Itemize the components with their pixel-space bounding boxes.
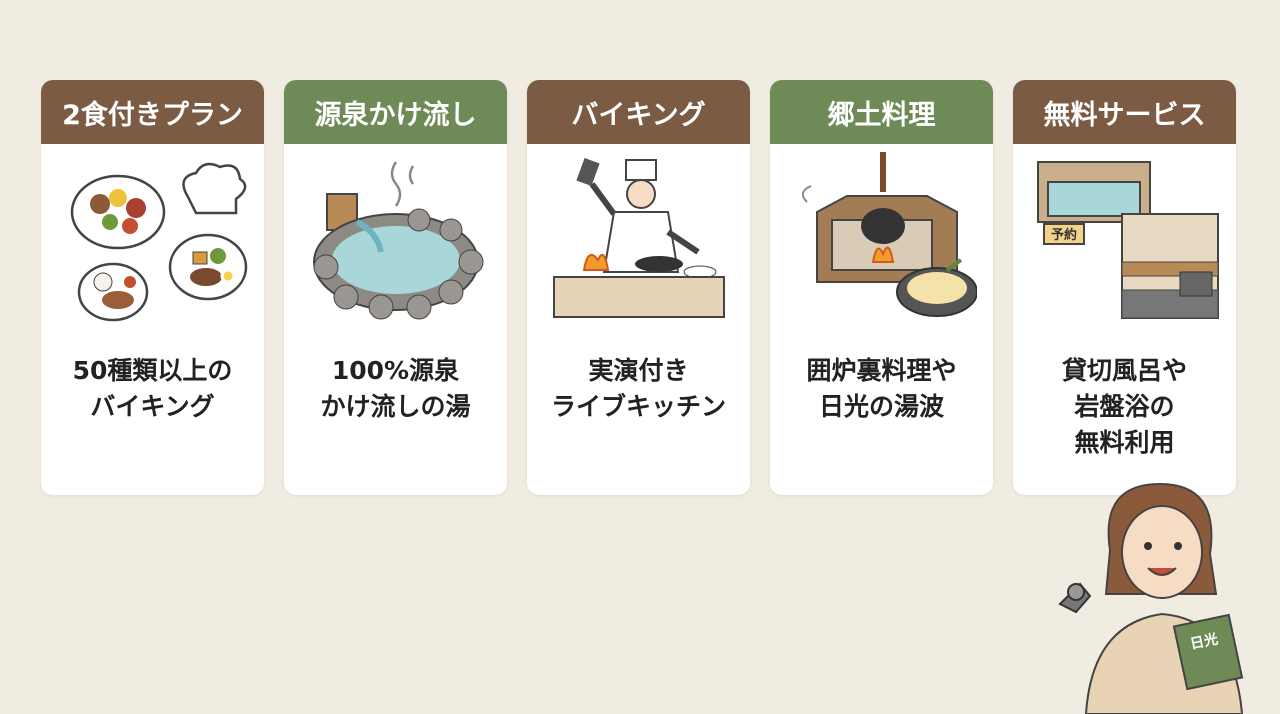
card-title: 源泉かけ流し (284, 80, 507, 144)
description-line: バイキング (90, 392, 215, 421)
card-local-cuisine: 郷土料理 囲炉裏料理や 日光の湯波 (770, 80, 993, 495)
description-line: 囲炉裏料理や (806, 356, 957, 385)
card-title: 郷土料理 (770, 80, 993, 144)
card-description: 囲炉裏料理や 日光の湯波 (770, 339, 993, 495)
card-title: 2食付きプラン (41, 80, 264, 144)
description-line: 50種類以上の (72, 356, 233, 385)
feature-cards: 2食付きプラン 50種類以上の バイキング 源泉かけ流し 100%源泉 かけ流し… (41, 80, 1236, 495)
card-description: 100%源泉 かけ流しの湯 (284, 339, 507, 495)
description-line: 実演付き (588, 356, 689, 385)
card-title: バイキング (527, 80, 750, 144)
card-buffet: バイキング 実演付き ライブキッチン (527, 80, 750, 495)
description-line: 日光の湯波 (818, 392, 944, 421)
irori-hearth-yuba-icon (770, 144, 993, 339)
buffet-plates-chef-hat-icon (41, 144, 264, 339)
card-title: 無料サービス (1013, 80, 1236, 144)
card-description: 50種類以上の バイキング (41, 339, 264, 495)
private-bath-bedrock-bath-icon: 予約 (1013, 144, 1236, 339)
guide-woman-mascot: 日光 (1058, 482, 1244, 714)
description-line: 無料利用 (1074, 428, 1175, 457)
card-meal-plan: 2食付きプラン 50種類以上の バイキング (41, 80, 264, 495)
hot-spring-pool-icon (284, 144, 507, 339)
chef-cooking-icon (527, 144, 750, 339)
description-line: かけ流しの湯 (320, 392, 471, 421)
description-line: 岩盤浴の (1074, 392, 1175, 421)
description-line: ライブキッチン (550, 392, 726, 421)
card-free-services: 無料サービス 予約 貸切風呂や 岩盤浴の 無料利用 (1013, 80, 1236, 495)
description-line: 100%源泉 (331, 356, 460, 385)
reserved-sign-text: 予約 (1050, 227, 1076, 243)
card-description: 実演付き ライブキッチン (527, 339, 750, 495)
card-description: 貸切風呂や 岩盤浴の 無料利用 (1013, 339, 1236, 495)
description-line: 貸切風呂や (1061, 356, 1187, 385)
card-hot-spring: 源泉かけ流し 100%源泉 かけ流しの湯 (284, 80, 507, 495)
